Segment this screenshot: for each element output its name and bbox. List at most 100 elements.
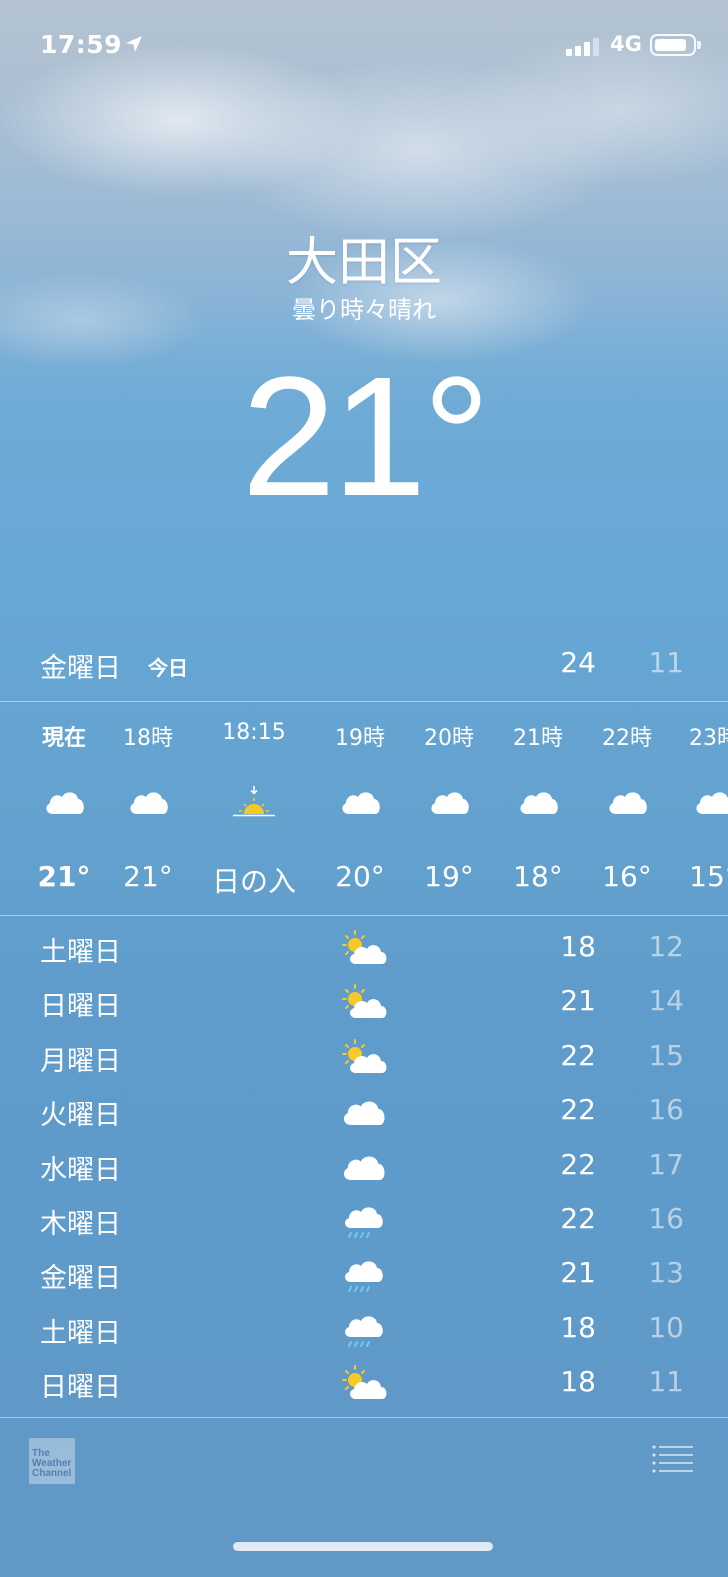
cloud-icon	[691, 784, 728, 820]
degree-symbol: °	[422, 342, 491, 532]
hourly-item: 23時 15°	[669, 704, 728, 914]
hour-label: 18時	[123, 726, 173, 751]
cloud-icon	[338, 1146, 388, 1188]
rain-icon	[338, 1200, 388, 1242]
daily-row: 月曜日 22 15	[0, 1031, 728, 1085]
hourly-item: 21時 18°	[493, 704, 583, 914]
status-bar: 17:59 4G	[0, 0, 728, 90]
hour-temperature: 16°	[602, 860, 652, 893]
list-icon[interactable]	[652, 1444, 694, 1474]
day-low: 13	[648, 1256, 684, 1290]
divider	[0, 701, 728, 702]
day-high: 21	[560, 984, 596, 1018]
weather-channel-logo[interactable]: The Weather Channel	[29, 1438, 75, 1484]
day-name: 金曜日	[40, 1263, 121, 1295]
day-low: 10	[648, 1310, 684, 1344]
cloud-icon	[337, 784, 383, 820]
day-name: 土曜日	[40, 937, 121, 968]
today-low: 11	[648, 646, 684, 679]
location-arrow-icon	[126, 36, 142, 52]
day-high: 22	[560, 1147, 596, 1181]
day-high: 22	[560, 1202, 596, 1235]
home-indicator[interactable]	[233, 1542, 493, 1551]
logo-text: Channel	[32, 1468, 72, 1479]
day-low: 12	[648, 930, 684, 963]
hour-label: 現在	[41, 726, 86, 751]
partly-cloudy-icon	[338, 1037, 388, 1079]
city-name: 大田区	[285, 233, 442, 293]
cloud-icon	[41, 784, 87, 820]
divider	[0, 1417, 728, 1418]
divider	[0, 915, 728, 916]
daily-row: 金曜日 21 13	[0, 1248, 728, 1302]
today-summary-row: 金曜日 今日 24 11	[0, 640, 728, 690]
day-low: 15	[648, 1038, 684, 1072]
day-low: 14	[648, 984, 684, 1018]
weather-condition: 曇り時々晴れ	[292, 296, 436, 324]
hour-label: 19時	[335, 726, 385, 751]
day-high: 18	[560, 930, 596, 963]
day-name: 木曜日	[40, 1209, 121, 1240]
sunset-icon	[231, 784, 277, 820]
daily-row: 土曜日 18 10	[0, 1303, 728, 1357]
day-name: 月曜日	[40, 1045, 121, 1077]
day-high: 18	[560, 1365, 596, 1399]
rain-icon	[338, 1309, 388, 1351]
day-low: 16	[648, 1202, 684, 1235]
day-high: 22	[560, 1093, 596, 1127]
hourly-item: 19時 20°	[315, 704, 405, 914]
cloud-icon	[426, 784, 472, 820]
day-high: 22	[560, 1038, 596, 1072]
cloud-icon	[338, 1091, 388, 1133]
day-name: 水曜日	[40, 1154, 121, 1186]
hour-temperature: 日の入	[211, 865, 296, 898]
hourly-item: 22時 16°	[582, 704, 672, 914]
hour-label: 22時	[602, 726, 652, 751]
current-temperature-value: 21	[241, 342, 426, 532]
battery-icon	[650, 34, 701, 56]
daily-row: 日曜日 21 14	[0, 976, 728, 1030]
hour-temperature: 19°	[424, 860, 474, 893]
hour-label: 20時	[424, 726, 474, 751]
day-high: 21	[560, 1256, 596, 1290]
day-low: 16	[648, 1093, 684, 1127]
daily-row: 日曜日 18 11	[0, 1357, 728, 1411]
day-name: 日曜日	[40, 1372, 121, 1404]
hourly-forecast[interactable]: 現在 21° 18時 21° 18:15 日の入 19時 20° 20時 19°…	[0, 704, 728, 914]
hourly-item: 18:15 日の入	[194, 704, 314, 914]
hour-temperature: 21°	[123, 860, 173, 893]
day-name: 日曜日	[40, 991, 121, 1023]
cloud-icon	[604, 784, 650, 820]
hourly-item: 20時 19°	[404, 704, 494, 914]
hour-label: 18:15	[222, 720, 286, 745]
hourly-item: 現在 21°	[19, 704, 109, 914]
day-low: 17	[648, 1147, 684, 1181]
network-type: 4G	[610, 32, 642, 56]
current-temperature: 21°	[0, 352, 728, 522]
hour-temperature: 15°	[689, 860, 728, 893]
day-high: 18	[560, 1310, 596, 1344]
today-tag: 今日	[148, 656, 188, 680]
hourly-item: 18時 21°	[103, 704, 193, 914]
day-name: 土曜日	[40, 1317, 121, 1349]
cloud-icon	[515, 784, 561, 820]
hour-temperature: 20°	[335, 860, 385, 893]
hour-temperature: 21°	[37, 860, 91, 893]
rain-icon	[338, 1254, 388, 1296]
partly-cloudy-icon	[338, 928, 388, 970]
partly-cloudy-icon	[338, 982, 388, 1024]
status-time: 17:59	[40, 30, 123, 59]
daily-row: 土曜日 18 12	[0, 922, 728, 976]
partly-cloudy-icon	[338, 1363, 388, 1405]
today-high: 24	[560, 646, 596, 679]
today-day: 金曜日	[40, 653, 121, 684]
hour-label: 21時	[513, 726, 563, 751]
cloud-icon	[125, 784, 171, 820]
signal-strength-icon	[566, 36, 602, 56]
hour-label: 23時	[689, 726, 728, 751]
daily-row: 火曜日 22 16	[0, 1085, 728, 1139]
daily-row: 木曜日 22 16	[0, 1194, 728, 1248]
hour-temperature: 18°	[513, 860, 563, 893]
day-name: 火曜日	[40, 1100, 121, 1132]
daily-row: 水曜日 22 17	[0, 1140, 728, 1194]
